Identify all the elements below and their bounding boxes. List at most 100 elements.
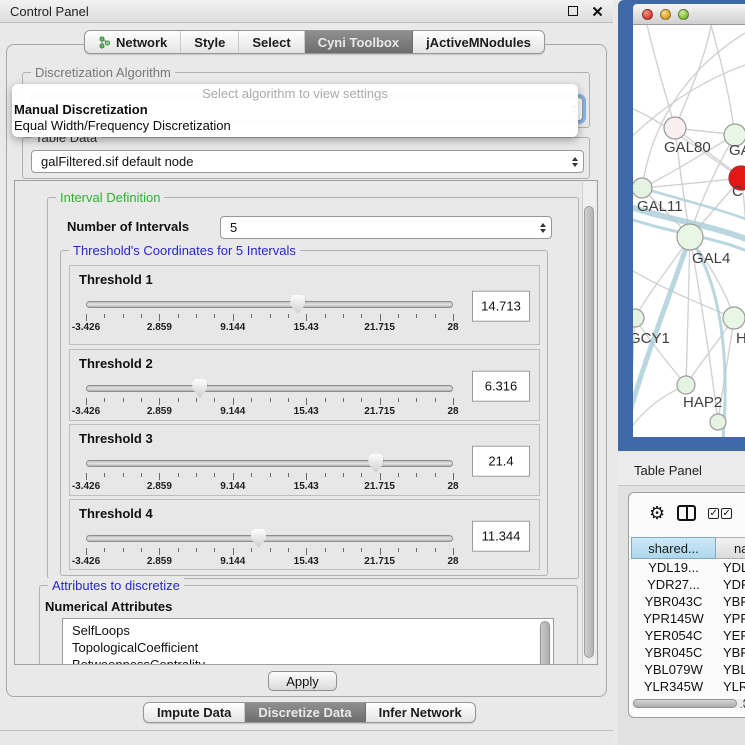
network-edge[interactable] bbox=[642, 33, 745, 188]
tab-discretize-data[interactable]: Discretize Data bbox=[245, 703, 365, 722]
tab-network[interactable]: Network bbox=[85, 31, 181, 53]
tab-impute-data[interactable]: Impute Data bbox=[144, 703, 245, 722]
list-item-selfloops[interactable]: SelfLoops bbox=[63, 622, 553, 639]
close-icon[interactable] bbox=[592, 6, 603, 17]
tab-style[interactable]: Style bbox=[181, 31, 239, 53]
table-data-combobox[interactable]: galFiltered.sif default node bbox=[31, 150, 584, 173]
node-label-gal80: GAL80 bbox=[664, 139, 711, 156]
gal11-node[interactable] bbox=[633, 178, 652, 198]
right-mid-node[interactable] bbox=[723, 307, 745, 329]
network-edge[interactable] bbox=[633, 385, 686, 437]
threshold-title: Threshold 4 bbox=[79, 506, 153, 521]
table-row[interactable]: YER054CYER0 bbox=[631, 627, 745, 644]
tick-mark bbox=[214, 314, 215, 318]
tick-label: 21.715 bbox=[364, 556, 395, 567]
checkbox-icon[interactable]: ✓ bbox=[721, 508, 732, 519]
tab-select[interactable]: Select bbox=[239, 31, 304, 53]
cell-name: YER0 bbox=[716, 627, 745, 644]
table-row[interactable]: YDL19...YDL1 bbox=[631, 559, 745, 576]
slider-thumb[interactable] bbox=[251, 529, 266, 548]
tick-mark bbox=[86, 548, 87, 555]
threshold-value-field[interactable]: 21.4 bbox=[472, 446, 530, 477]
network-canvas[interactable]: GAL80GACGAL11GAL4GCY1HHAP2 bbox=[633, 25, 745, 437]
table-row[interactable]: YLR345WYLR3 bbox=[631, 678, 745, 695]
tick-mark bbox=[306, 473, 307, 480]
slider-track[interactable] bbox=[86, 535, 453, 542]
tick-label: 21.715 bbox=[364, 322, 395, 333]
combo-stepper-icon bbox=[572, 157, 578, 167]
tick-mark bbox=[159, 314, 160, 321]
tab-label: Select bbox=[252, 35, 290, 50]
threshold-title: Threshold 1 bbox=[79, 272, 153, 287]
checkbox-icon[interactable]: ✓ bbox=[708, 508, 719, 519]
minimize-traffic-light-icon[interactable] bbox=[660, 9, 671, 20]
table-row[interactable]: YDR27...YDR2 bbox=[631, 576, 745, 593]
network-edge[interactable] bbox=[675, 25, 713, 128]
threshold-slider[interactable]: -3.4262.8599.14415.4321.71528 bbox=[86, 292, 453, 342]
threshold-value-field[interactable]: 11.344 bbox=[472, 520, 530, 551]
hap2-node[interactable] bbox=[677, 376, 695, 394]
attributes-group-label: Attributes to discretize bbox=[48, 578, 184, 593]
table-hscrollbar-thumb[interactable] bbox=[633, 699, 737, 708]
tab-cyni-toolbox[interactable]: Cyni Toolbox bbox=[305, 31, 413, 53]
gcy1-node[interactable] bbox=[633, 309, 644, 327]
tick-label: -3.426 bbox=[72, 322, 100, 333]
tick-mark bbox=[251, 548, 252, 552]
bottom-node[interactable] bbox=[710, 414, 726, 430]
control-panel-window: Control Panel Network Style Select Cyni Too… bbox=[0, 0, 613, 745]
apply-button[interactable]: Apply bbox=[268, 671, 337, 691]
slider-track[interactable] bbox=[86, 301, 453, 308]
tick-mark bbox=[178, 473, 179, 477]
tick-mark bbox=[233, 314, 234, 321]
list-item-topologicalcoefficient[interactable]: TopologicalCoefficient bbox=[63, 639, 553, 656]
tick-label: 28 bbox=[447, 322, 458, 333]
network-edge[interactable] bbox=[686, 318, 734, 385]
threshold-value-field[interactable]: 6.316 bbox=[472, 371, 530, 402]
network-graph[interactable]: GAL80GACGAL11GAL4GCY1HHAP2 bbox=[633, 25, 745, 437]
table-row[interactable]: YBR043CYBR0 bbox=[631, 593, 745, 610]
network-view-window[interactable]: GAL80GACGAL11GAL4GCY1HHAP2 bbox=[618, 0, 745, 451]
attributes-scrollbar[interactable] bbox=[539, 621, 551, 665]
cell-name: YDL1 bbox=[716, 559, 745, 576]
slider-thumb[interactable] bbox=[192, 379, 207, 398]
column-header-name[interactable]: na bbox=[716, 537, 745, 559]
tick-mark bbox=[306, 314, 307, 321]
settings-scrollbar[interactable] bbox=[582, 182, 595, 664]
table-row[interactable]: YBL079WYBL0 bbox=[631, 661, 745, 678]
threshold-slider[interactable]: -3.4262.8599.14415.4321.71528 bbox=[86, 451, 453, 493]
tab-label: Style bbox=[194, 35, 225, 50]
table-hscrollbar[interactable] bbox=[632, 699, 744, 708]
control-panel-titlebar: Control Panel bbox=[0, 0, 613, 23]
float-window-icon[interactable] bbox=[568, 6, 578, 16]
tab-jactivemnodules[interactable]: jActiveMNodules bbox=[413, 31, 544, 53]
gear-icon[interactable]: ⚙ bbox=[649, 504, 665, 522]
attributes-scrollbar-thumb[interactable] bbox=[540, 621, 550, 665]
node-label-gal4: GAL4 bbox=[692, 250, 730, 267]
numerical-attributes-list[interactable]: SelfLoopsTopologicalCoefficientBetweenne… bbox=[62, 618, 554, 665]
network-edge[interactable] bbox=[686, 237, 690, 385]
threshold-slider[interactable]: -3.4262.8599.14415.4321.71528 bbox=[86, 376, 453, 418]
popup-option-equal-width-frequency[interactable]: Equal Width/Frequency Discretization bbox=[12, 118, 578, 134]
close-traffic-light-icon[interactable] bbox=[642, 9, 653, 20]
zoom-traffic-light-icon[interactable] bbox=[678, 9, 689, 20]
network-edge[interactable] bbox=[642, 178, 741, 188]
tab-infer-network[interactable]: Infer Network bbox=[366, 703, 475, 722]
slider-track[interactable] bbox=[86, 460, 453, 467]
tick-mark bbox=[233, 548, 234, 555]
number-of-intervals-combobox[interactable]: 5 bbox=[220, 216, 552, 239]
gal4-node[interactable] bbox=[677, 224, 703, 250]
column-layout-icon[interactable] bbox=[677, 505, 696, 521]
slider-track[interactable] bbox=[86, 385, 453, 392]
list-item-betweennesscentrality[interactable]: BetweennessCentrality bbox=[63, 656, 553, 665]
popup-option-manual-discretization[interactable]: Manual Discretization bbox=[12, 102, 578, 118]
slider-thumb[interactable] bbox=[290, 295, 305, 314]
threshold-value-field[interactable]: 14.713 bbox=[472, 291, 530, 322]
column-header-shared-name[interactable]: shared... bbox=[631, 537, 716, 559]
settings-scrollbar-thumb[interactable] bbox=[584, 206, 594, 658]
tab-label: Impute Data bbox=[157, 705, 231, 720]
table-row[interactable]: YBR045CYBR0 bbox=[631, 644, 745, 661]
slider-thumb[interactable] bbox=[368, 454, 383, 473]
table-row[interactable]: YPR145WYPR1 bbox=[631, 610, 745, 627]
gal80-node[interactable] bbox=[664, 117, 686, 139]
threshold-slider[interactable]: -3.4262.8599.14415.4321.71528 bbox=[86, 526, 453, 567]
